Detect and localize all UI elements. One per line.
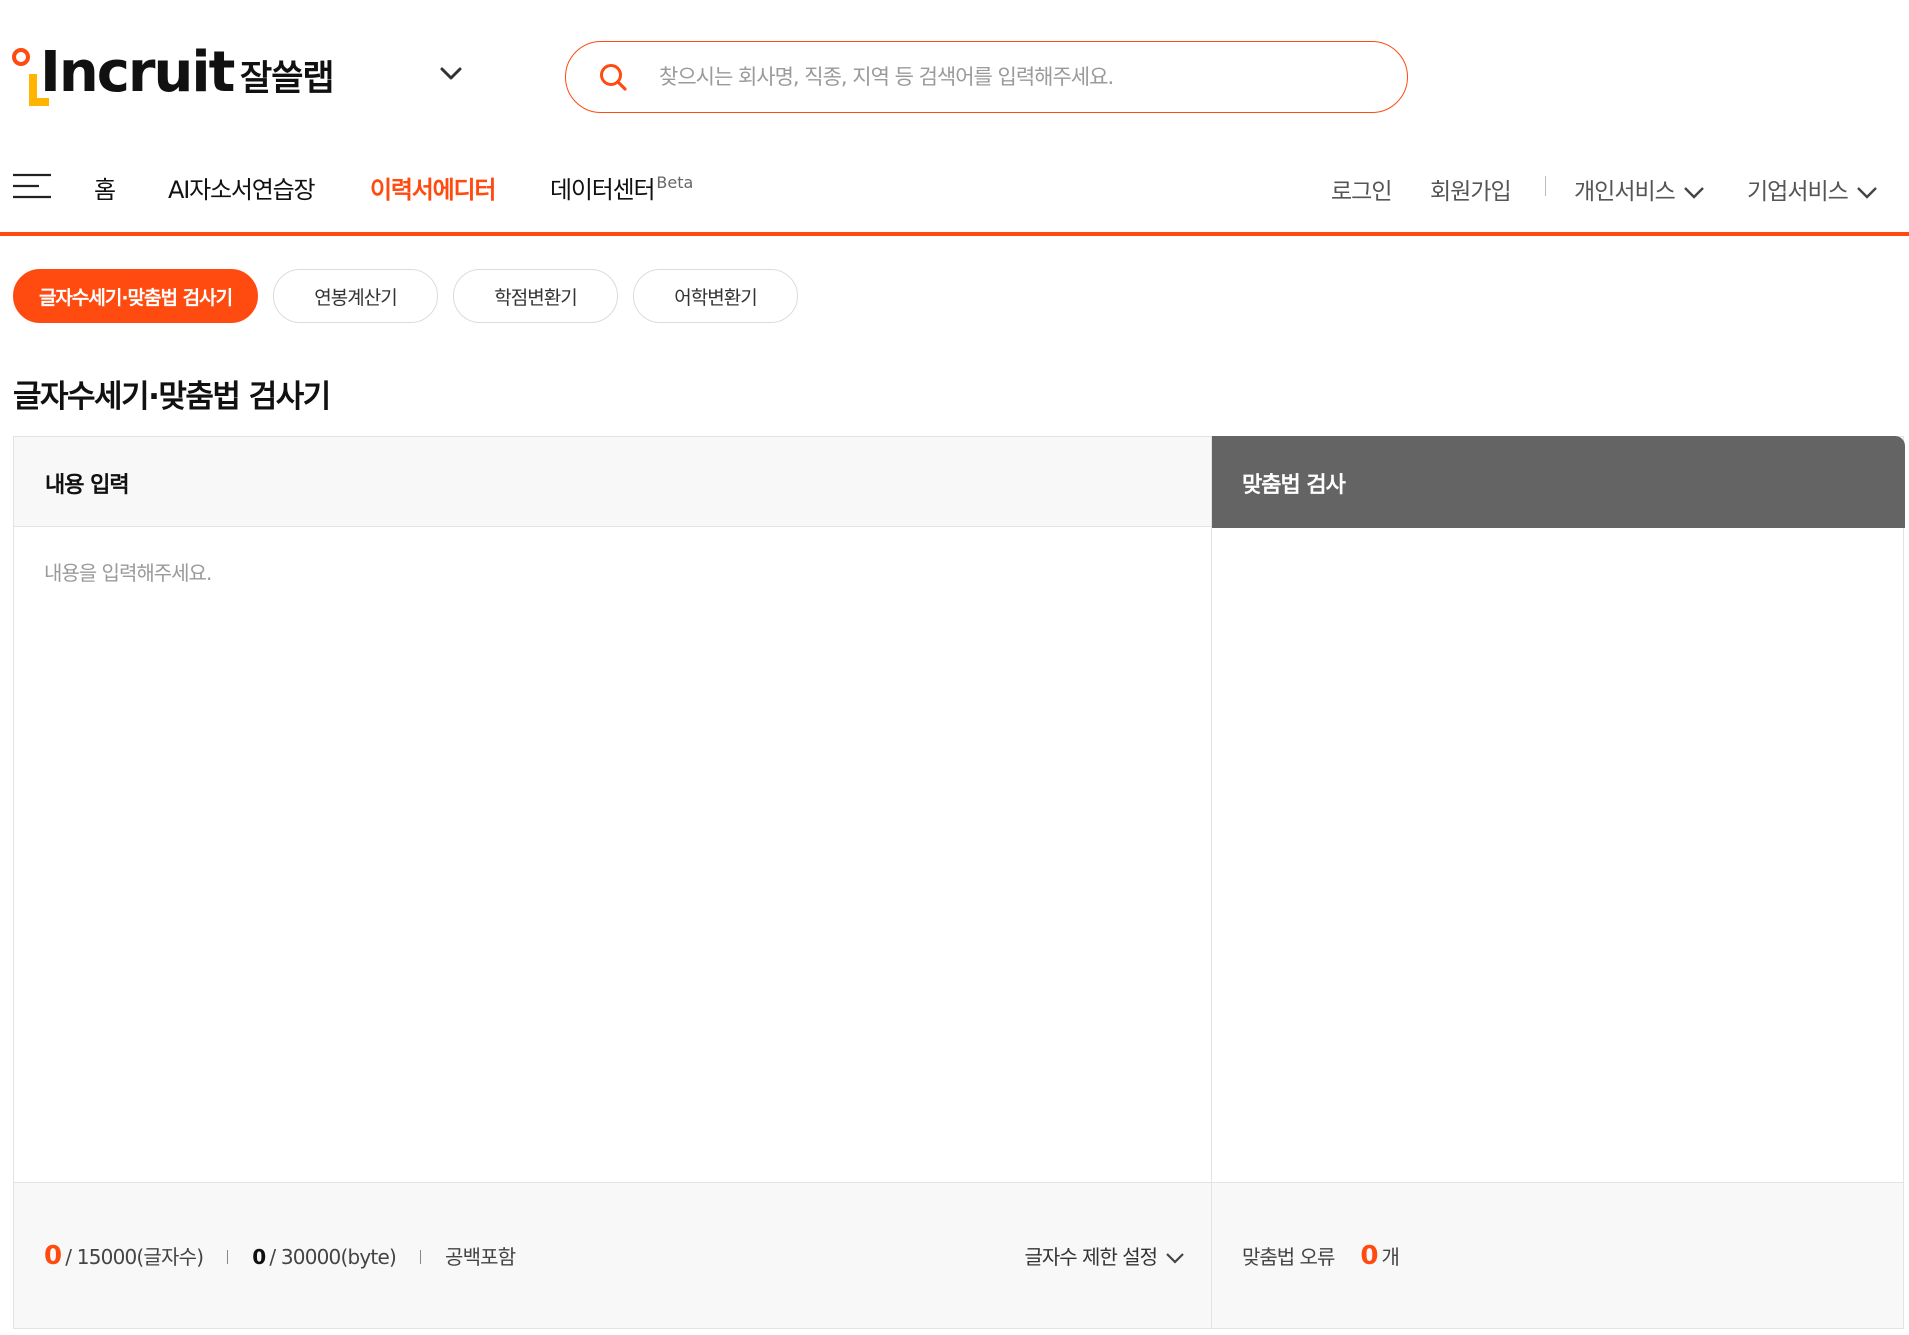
spellcheck-footer: 맞춤법 오류 0 개 bbox=[1212, 1182, 1903, 1328]
char-limit-setting-dropdown[interactable]: 글자수 제한 설정 bbox=[1024, 1241, 1185, 1270]
nav-divider bbox=[1545, 176, 1546, 196]
divider bbox=[419, 1250, 421, 1264]
count-footer: 0 / 15000(글자수) 0 / 30000(byte) 공백포함 글자수 … bbox=[14, 1182, 1211, 1328]
space-option-label[interactable]: 공백포함 bbox=[445, 1241, 516, 1270]
content-input-header: 내용 입력 bbox=[14, 437, 1211, 527]
nav-item-ai-cover-letter[interactable]: AI자소서연습장 bbox=[168, 170, 316, 205]
beta-badge: Beta bbox=[656, 173, 694, 192]
logo-dot-mark bbox=[12, 48, 30, 66]
byte-limit-text: / 30000(byte) bbox=[269, 1245, 396, 1269]
spell-error-unit: 개 bbox=[1381, 1245, 1399, 1269]
search-icon[interactable] bbox=[596, 60, 630, 94]
char-count-row: 0 / 15000(글자수) 0 / 30000(byte) 공백포함 bbox=[44, 1241, 516, 1271]
spellcheck-header[interactable]: 맞춤법 검사 bbox=[1212, 435, 1905, 528]
hamburger-menu-icon[interactable] bbox=[12, 172, 52, 200]
chevron-down-icon[interactable] bbox=[434, 56, 468, 90]
login-link[interactable]: 로그인 bbox=[1331, 172, 1392, 206]
personal-service-menu[interactable]: 개인서비스 bbox=[1574, 172, 1705, 206]
nav-item-home[interactable]: 홈 bbox=[94, 170, 116, 205]
logo-text: Incruit bbox=[40, 40, 235, 105]
tab-salary-calculator[interactable]: 연봉계산기 bbox=[273, 269, 438, 323]
company-service-label: 기업서비스 bbox=[1747, 179, 1849, 205]
tab-language-converter[interactable]: 어학변환기 bbox=[633, 269, 798, 323]
main-nav: 홈 AI자소서연습장 이력서에디터 데이터센터 Beta 로그인 회원가입 개인서… bbox=[0, 150, 1909, 236]
spellcheck-panel: 맞춤법 검사 맞춤법 오류 0 개 bbox=[1212, 435, 1905, 1329]
chevron-down-icon bbox=[1856, 186, 1877, 199]
search-input[interactable] bbox=[659, 56, 1379, 98]
char-limit-setting-label: 글자수 제한 설정 bbox=[1024, 1245, 1158, 1269]
chevron-down-icon bbox=[1166, 1253, 1184, 1264]
char-count-value: 0 bbox=[44, 1241, 62, 1271]
nav-item-resume-editor[interactable]: 이력서에디터 bbox=[370, 170, 496, 205]
spellcheck-title: 맞춤법 검사 bbox=[1242, 472, 1346, 498]
search-bar bbox=[565, 41, 1408, 113]
signup-link[interactable]: 회원가입 bbox=[1430, 172, 1512, 206]
spell-error-label: 맞춤법 오류 bbox=[1242, 1245, 1335, 1269]
page-title: 글자수세기·맞춤법 검사기 bbox=[13, 379, 331, 415]
tab-grade-converter[interactable]: 학점변환기 bbox=[453, 269, 618, 323]
chevron-down-icon bbox=[1683, 186, 1704, 199]
spell-error-row: 맞춤법 오류 0 개 bbox=[1242, 1241, 1400, 1271]
content-input-title: 내용 입력 bbox=[45, 473, 130, 498]
content-textarea[interactable] bbox=[44, 557, 1174, 1177]
char-limit-text: / 15000(글자수) bbox=[65, 1245, 204, 1269]
incruit-logo[interactable]: Incruit bbox=[12, 40, 235, 114]
spell-error-count: 0 bbox=[1360, 1241, 1378, 1271]
byte-count-value: 0 bbox=[252, 1245, 266, 1269]
content-input-panel: 내용 입력 0 / 15000(글자수) 0 / 30000(byte) 공백포… bbox=[13, 436, 1212, 1329]
tab-char-counter-spellcheck[interactable]: 글자수세기·맞춤법 검사기 bbox=[13, 269, 258, 323]
nav-item-data-center[interactable]: 데이터센터 Beta bbox=[550, 170, 693, 205]
company-service-menu[interactable]: 기업서비스 bbox=[1747, 172, 1878, 206]
nav-item-data-center-label: 데이터센터 bbox=[550, 176, 656, 204]
lab-title: 잘쓸랩 bbox=[240, 59, 335, 99]
divider bbox=[227, 1250, 229, 1264]
personal-service-label: 개인서비스 bbox=[1574, 179, 1676, 205]
